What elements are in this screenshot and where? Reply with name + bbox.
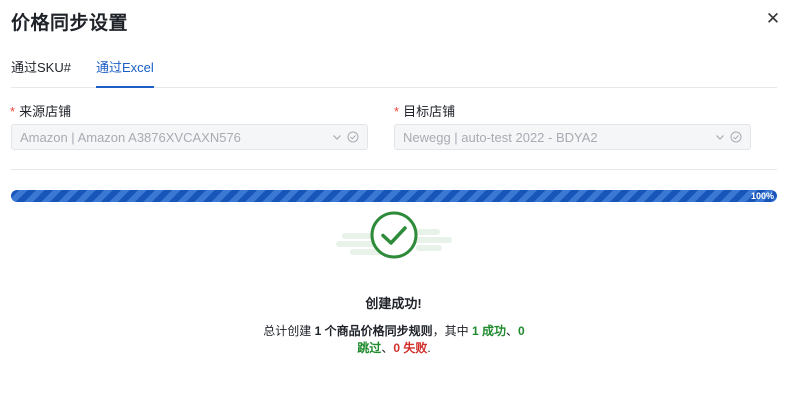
fail-label: 失败 xyxy=(400,341,428,355)
skip-label: 跳过 xyxy=(357,341,382,355)
target-store-label: * 目标店铺 xyxy=(394,101,455,120)
summary-text-bold: 个商品价格同步规则 xyxy=(321,324,433,338)
progress-bar: 100% xyxy=(11,190,777,202)
success-check-icon xyxy=(336,211,452,259)
close-icon[interactable]: ✕ xyxy=(764,10,782,28)
success-label: 成功 xyxy=(478,324,507,338)
summary-text: ，其中 xyxy=(432,324,472,338)
circle-check-icon xyxy=(347,131,359,143)
source-store-select[interactable]: Amazon | Amazon A3876XVCAXN576 xyxy=(11,124,368,150)
tab-bar: 通过SKU# 通过Excel xyxy=(11,60,777,88)
chevron-down-icon xyxy=(333,135,341,140)
progress-percent: 100% xyxy=(750,191,774,201)
source-store-value: Amazon | Amazon A3876XVCAXN576 xyxy=(20,130,241,145)
required-mark: * xyxy=(10,104,16,119)
required-mark: * xyxy=(394,104,400,119)
fail-count: 0 xyxy=(393,341,401,355)
dialog-title: 价格同步设置 xyxy=(11,13,129,34)
result-summary: 总计创建 1 个商品价格同步规则，其中 1 成功、0 跳过、0 失败. xyxy=(258,323,530,357)
target-store-select[interactable]: Newegg | auto-test 2022 - BDYA2 xyxy=(394,124,751,150)
success-count: 1 xyxy=(471,324,479,338)
success-title: 创建成功! xyxy=(365,296,422,311)
target-store-value: Newegg | auto-test 2022 - BDYA2 xyxy=(403,130,598,145)
target-store-label-text: 目标店铺 xyxy=(403,104,456,119)
tab-by-sku[interactable]: 通过SKU# xyxy=(11,60,71,76)
summary-text: 总计创建 xyxy=(263,324,315,338)
circle-check-icon xyxy=(730,131,742,143)
source-store-label-text: 来源店铺 xyxy=(19,104,72,119)
source-store-label: * 来源店铺 xyxy=(10,101,71,120)
chevron-down-icon xyxy=(716,135,724,140)
skip-count: 0 xyxy=(518,324,525,338)
summary-end: . xyxy=(427,341,431,355)
separator: 、 xyxy=(506,324,519,338)
tab-by-excel[interactable]: 通过Excel xyxy=(96,60,154,88)
separator: 、 xyxy=(381,341,394,355)
section-divider xyxy=(11,169,777,170)
